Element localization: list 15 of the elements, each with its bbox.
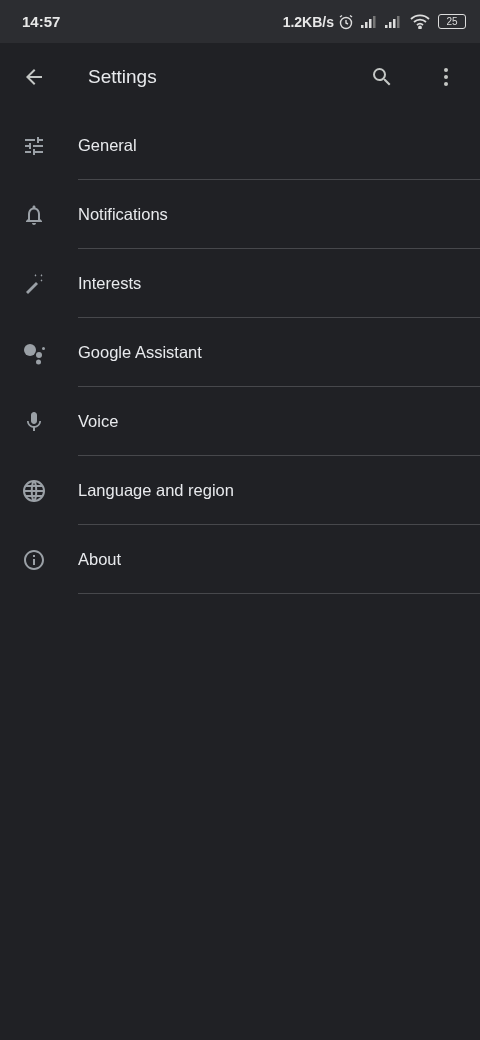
page-title: Settings [88, 66, 158, 88]
alarm-clock-icon [338, 13, 354, 30]
wifi-icon [410, 14, 430, 29]
settings-item[interactable]: Notifications [78, 180, 480, 249]
status-time: 14:57 [22, 13, 62, 30]
settings-item[interactable]: Google Assistant [78, 318, 480, 387]
settings-item[interactable]: General [78, 111, 480, 180]
settings-item[interactable]: About [78, 525, 480, 594]
settings-item[interactable]: Voice [78, 387, 480, 456]
battery-indicator: 25 [438, 14, 466, 29]
settings-item[interactable]: Language and region [78, 456, 480, 525]
info-icon [22, 547, 46, 572]
network-speed: 1.2KB/s [282, 13, 334, 30]
settings-item[interactable]: Interests [78, 249, 480, 318]
globe-icon [22, 478, 46, 503]
